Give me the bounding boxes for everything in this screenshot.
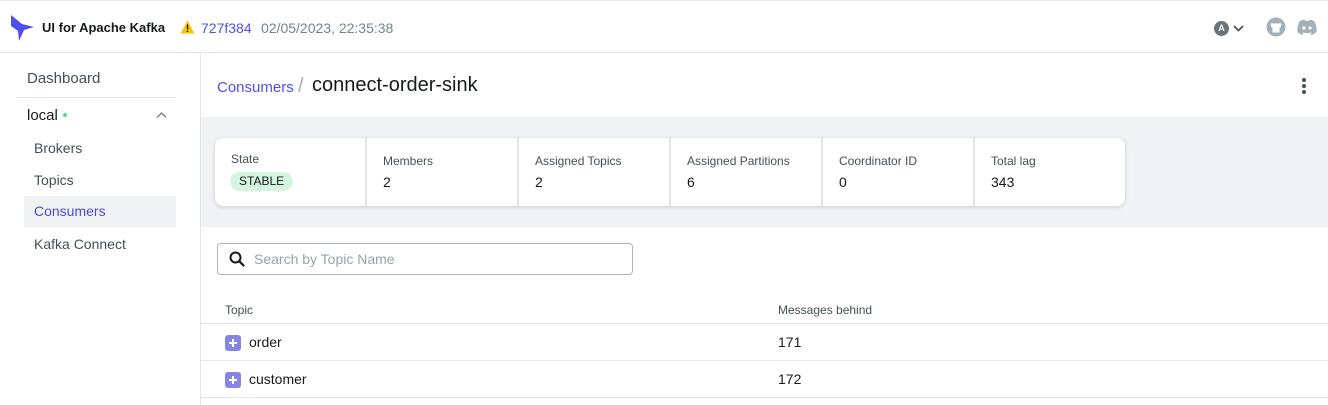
- metric-value: 343: [991, 174, 1015, 190]
- main-content: Consumers / connect-order-sink State STA…: [201, 53, 1328, 405]
- table-header: Topic Messages behind: [201, 298, 1328, 324]
- metrics-card: State STABLE Members 2 Assigned Topics 2…: [215, 138, 1125, 206]
- metric-label: Assigned Partitions: [687, 154, 790, 168]
- sidebar-divider: [16, 97, 176, 98]
- commit-link[interactable]: 727f384: [201, 20, 252, 36]
- metric-coordinator-id: Coordinator ID 0: [823, 138, 975, 206]
- sidebar-item-kafka-connect[interactable]: Kafka Connect: [24, 229, 176, 260]
- expand-plus-icon[interactable]: [225, 372, 241, 388]
- metric-label: State: [231, 152, 260, 166]
- topic-name: customer: [249, 371, 307, 387]
- expand-plus-icon[interactable]: [225, 335, 241, 351]
- chevron-up-icon: [156, 112, 167, 118]
- user-avatar: A: [1214, 21, 1229, 36]
- metric-value: 0: [839, 174, 847, 190]
- metrics-section: State STABLE Members 2 Assigned Topics 2…: [201, 117, 1328, 227]
- metric-members: Members 2: [367, 138, 519, 206]
- search-input[interactable]: [254, 248, 624, 270]
- build-date: 02/05/2023, 22:35:38: [261, 20, 394, 36]
- page-title: connect-order-sink: [312, 74, 478, 96]
- breadcrumb-separator: /: [298, 75, 304, 97]
- sidebar-item-consumers[interactable]: Consumers: [24, 196, 176, 227]
- metric-total-lag: Total lag 343: [975, 138, 1125, 206]
- cluster-online-dot: [63, 113, 67, 117]
- breadcrumb-consumers-link[interactable]: Consumers: [217, 79, 294, 96]
- metric-state: State STABLE: [215, 138, 367, 206]
- search-icon: [229, 251, 245, 267]
- metric-value: 2: [535, 174, 543, 190]
- chevron-down-icon: [1233, 25, 1244, 32]
- cluster-toggle[interactable]: local: [16, 104, 176, 128]
- metric-assigned-topics: Assigned Topics 2: [519, 138, 671, 206]
- sidebar: Dashboard local Brokers Topics Consumers…: [0, 53, 201, 405]
- metric-value: 6: [687, 174, 695, 190]
- topic-name: order: [249, 334, 282, 350]
- sidebar-item-brokers[interactable]: Brokers: [24, 133, 176, 164]
- more-actions-icon[interactable]: [1296, 76, 1312, 96]
- user-menu[interactable]: A: [1214, 21, 1246, 37]
- cluster-name: local: [27, 107, 58, 124]
- search-box: [217, 243, 633, 275]
- sidebar-item-topics[interactable]: Topics: [24, 165, 176, 196]
- metric-assigned-partitions: Assigned Partitions 6: [671, 138, 823, 206]
- sidebar-item-dashboard[interactable]: Dashboard: [27, 70, 100, 87]
- metric-label: Coordinator ID: [839, 154, 918, 168]
- discord-icon[interactable]: [1296, 19, 1318, 36]
- top-bar: UI for Apache Kafka 727f384 02/05/2023, …: [0, 0, 1328, 53]
- status-badge: STABLE: [230, 172, 294, 191]
- github-icon[interactable]: [1266, 17, 1286, 37]
- messages-behind: 171: [778, 334, 802, 350]
- table-row: customer 172: [201, 361, 1328, 398]
- app-title[interactable]: UI for Apache Kafka: [42, 20, 165, 35]
- table-row: order 171: [201, 324, 1328, 361]
- column-header-messages-behind: Messages behind: [778, 303, 873, 317]
- metric-label: Members: [383, 154, 434, 168]
- metric-label: Total lag: [991, 154, 1036, 168]
- warning-icon: [180, 20, 195, 34]
- kafka-ui-logo-icon[interactable]: [10, 14, 35, 42]
- metric-value: 2: [383, 174, 391, 190]
- metric-label: Assigned Topics: [535, 154, 622, 168]
- column-header-topic: Topic: [225, 303, 254, 317]
- messages-behind: 172: [778, 371, 802, 387]
